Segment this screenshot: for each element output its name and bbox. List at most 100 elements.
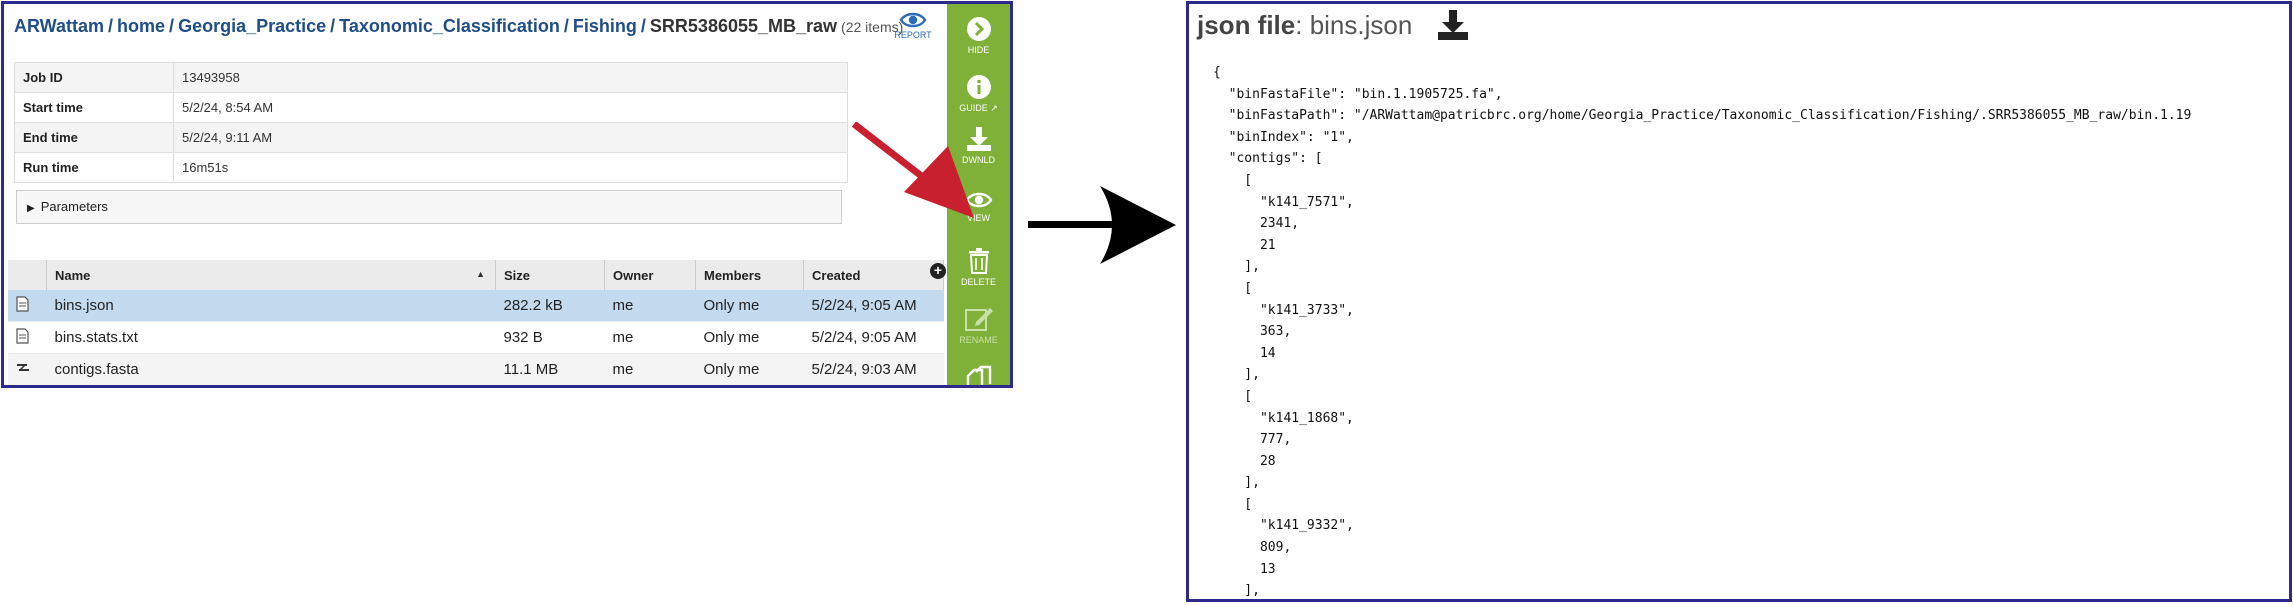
guide-label: GUIDE (959, 103, 988, 113)
column-header-members[interactable]: Members (695, 260, 804, 290)
report-label: REPORT (894, 30, 932, 40)
job-info-value: 16m51s (173, 152, 848, 183)
json-title-type: json file (1197, 10, 1296, 40)
json-line: 21 (1213, 237, 1276, 253)
file-created: 5/2/24, 9:05 AM (803, 321, 944, 354)
breadcrumb-item-user[interactable]: ARWattam (14, 16, 104, 36)
job-info-key: Run time (14, 152, 174, 183)
rename-button[interactable]: RENAME (947, 304, 1010, 345)
json-line: 14 (1213, 345, 1276, 361)
trash-icon (968, 248, 989, 274)
icon-column-header (8, 260, 47, 290)
column-header-created[interactable]: Created (803, 260, 944, 290)
json-line: ], (1213, 583, 1260, 599)
json-line: ], (1213, 259, 1260, 275)
breadcrumb-item-taxonomic-classification[interactable]: Taxonomic_Classification (339, 16, 560, 36)
report-button[interactable]: REPORT (888, 10, 938, 40)
json-content: { "binFastaFile": "bin.1.1905725.fa", "b… (1213, 62, 2192, 599)
job-info-table: Job ID 13493958 Start time 5/2/24, 8:54 AM… (14, 62, 848, 183)
download-icon[interactable] (1435, 8, 1471, 42)
json-line: "binIndex": "1", (1213, 129, 1354, 145)
column-header-name[interactable]: Name ▲ (46, 260, 496, 290)
file-members: Only me (695, 290, 804, 322)
add-column-icon[interactable]: + (930, 263, 946, 279)
file-owner: me (604, 353, 696, 385)
file-name: bins.json (46, 290, 496, 322)
job-info-row: End time 5/2/24, 9:11 AM (14, 122, 848, 153)
table-row[interactable]: bins.stats.txt 932 B me Only me 5/2/24, … (8, 321, 944, 354)
file-owner: me (604, 290, 696, 322)
black-pointer-arrow (1028, 186, 1176, 264)
chevron-right-circle-icon (966, 17, 991, 41)
job-info-key: End time (14, 122, 174, 153)
breadcrumb-item-home[interactable]: home (117, 16, 165, 36)
file-created: 5/2/24, 9:03 AM (803, 353, 944, 385)
document-icon (16, 327, 32, 348)
file-created: 5/2/24, 9:05 AM (803, 290, 944, 322)
file-members: Only me (695, 321, 804, 354)
json-line: "k141_7571", (1213, 194, 1354, 210)
red-pointer-arrow (852, 122, 974, 218)
json-line: "binFastaFile": "bin.1.1905725.fa", (1213, 86, 1503, 102)
info-icon (966, 75, 991, 99)
job-info-value: 5/2/24, 9:11 AM (173, 122, 848, 153)
json-line: [ (1213, 388, 1253, 404)
caret-right-icon: ▶ (27, 203, 35, 214)
delete-label: DELETE (960, 277, 996, 287)
json-line: 28 (1213, 453, 1276, 469)
document-icon (16, 295, 32, 316)
job-info-row: Start time 5/2/24, 8:54 AM (14, 92, 848, 123)
table-row[interactable]: bins.json 282.2 kB me Only me 5/2/24, 9:… (8, 290, 944, 322)
table-row[interactable]: contigs.fasta 11.1 MB me Only me 5/2/24,… (8, 353, 944, 385)
job-info-row: Job ID 13493958 (14, 62, 848, 93)
json-line: [ (1213, 496, 1253, 512)
file-size: 11.1 MB (495, 353, 605, 385)
json-viewer-title: json file: bins.json (1197, 10, 1412, 41)
breadcrumb-item-fishing[interactable]: Fishing (573, 16, 637, 36)
job-info-row: Run time 16m51s (14, 152, 848, 183)
json-title-file: : bins.json (1295, 10, 1413, 40)
rename-label: RENAME (959, 335, 998, 345)
json-viewer-panel: json file: bins.json { "binFastaFile": "… (1186, 1, 2292, 602)
json-line: [ (1213, 172, 1253, 188)
json-line: "k141_1868", (1213, 410, 1354, 426)
copy-button[interactable] (947, 364, 1010, 385)
file-name: bins.stats.txt (46, 321, 496, 354)
job-info-key: Start time (14, 92, 174, 123)
copy-icon (966, 365, 991, 385)
json-line: "contigs": [ (1213, 151, 1323, 167)
external-link-icon: ↗ (987, 103, 998, 113)
job-info-value: 5/2/24, 8:54 AM (173, 92, 848, 123)
file-name: contigs.fasta (46, 353, 496, 385)
json-line: "k141_3733", (1213, 302, 1354, 318)
json-line: 13 (1213, 561, 1276, 577)
hide-button[interactable]: HIDE (947, 16, 1010, 55)
column-header-size[interactable]: Size (495, 260, 605, 290)
job-info-value: 13493958 (173, 62, 848, 93)
guide-button[interactable]: GUIDE ↗ (947, 74, 1010, 114)
json-line: 777, (1213, 432, 1292, 448)
file-owner: me (604, 321, 696, 354)
file-table-header: Name ▲ Size Owner Members Created (8, 260, 944, 290)
parameters-toggle[interactable]: ▶ Parameters (16, 190, 842, 224)
breadcrumb-item-georgia-practice[interactable]: Georgia_Practice (178, 16, 326, 36)
sort-ascending-icon: ▲ (476, 269, 485, 279)
delete-button[interactable]: DELETE (947, 248, 1010, 287)
column-header-owner[interactable]: Owner (604, 260, 696, 290)
json-line: 809, (1213, 540, 1292, 556)
edit-icon (964, 308, 993, 331)
json-line: ], (1213, 475, 1260, 491)
file-size: 932 B (495, 321, 605, 354)
hide-label: HIDE (967, 45, 990, 55)
json-line: "binFastaPath": "/ARWattam@patricbrc.org… (1213, 108, 2192, 124)
json-line: [ (1213, 280, 1253, 296)
breadcrumb: ARWattam / home / Georgia_Practice / Taxonomic… (14, 16, 904, 36)
parameters-label: Parameters (40, 199, 108, 214)
eye-icon (899, 12, 927, 28)
contigs-icon (16, 361, 32, 378)
file-size: 282.2 kB (495, 290, 605, 322)
json-line: "k141_9332", (1213, 518, 1354, 534)
job-info-key: Job ID (14, 62, 174, 93)
json-line: 2341, (1213, 216, 1300, 232)
workspace-panel: ARWattam / home / Georgia_Practice / Taxonomic… (1, 1, 1013, 388)
